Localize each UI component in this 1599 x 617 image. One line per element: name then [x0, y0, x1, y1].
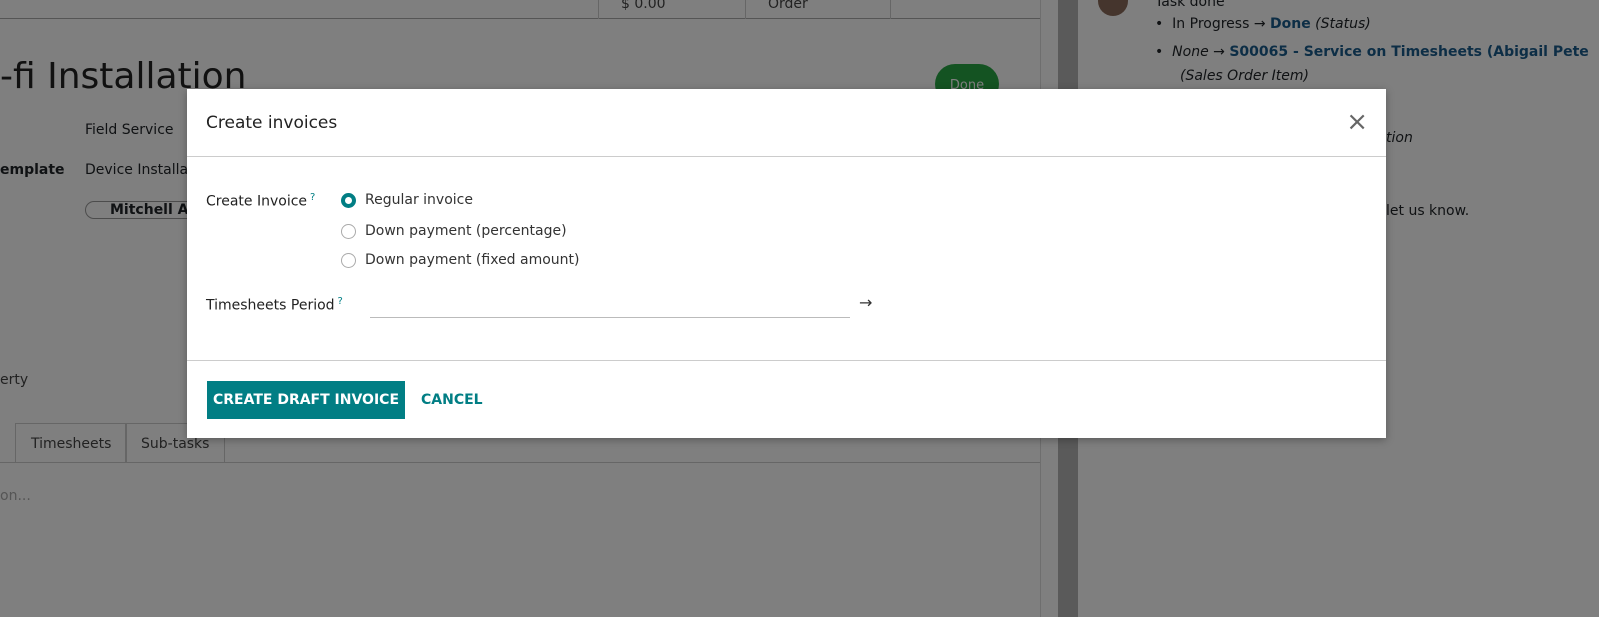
- close-icon[interactable]: ×: [1346, 109, 1368, 135]
- radio-checked-icon[interactable]: [341, 192, 356, 208]
- create-invoices-dialog: Create invoices × Create Invoice? Regula…: [187, 89, 1386, 438]
- arrow-right-icon: →: [859, 293, 873, 312]
- radio-unchecked-icon[interactable]: [341, 223, 356, 239]
- dialog-title: Create invoices: [206, 113, 338, 133]
- help-icon[interactable]: ?: [338, 296, 343, 307]
- timesheets-period-start-input[interactable]: [370, 317, 850, 318]
- create-draft-invoice-button[interactable]: CREATE DRAFT INVOICE: [207, 381, 405, 419]
- dialog-footer-divider: [187, 360, 1386, 361]
- radio-regular-invoice[interactable]: Regular invoice: [341, 192, 473, 208]
- radio-down-payment-percentage[interactable]: Down payment (percentage): [341, 223, 567, 239]
- create-invoice-label: Create Invoice?: [206, 192, 316, 210]
- timesheets-period-label: Timesheets Period?: [206, 296, 343, 314]
- radio-down-payment-fixed[interactable]: Down payment (fixed amount): [341, 252, 580, 268]
- dialog-header: Create invoices ×: [187, 89, 1386, 157]
- help-icon[interactable]: ?: [310, 192, 315, 203]
- radio-unchecked-icon[interactable]: [341, 252, 356, 268]
- cancel-button[interactable]: CANCEL: [421, 392, 483, 408]
